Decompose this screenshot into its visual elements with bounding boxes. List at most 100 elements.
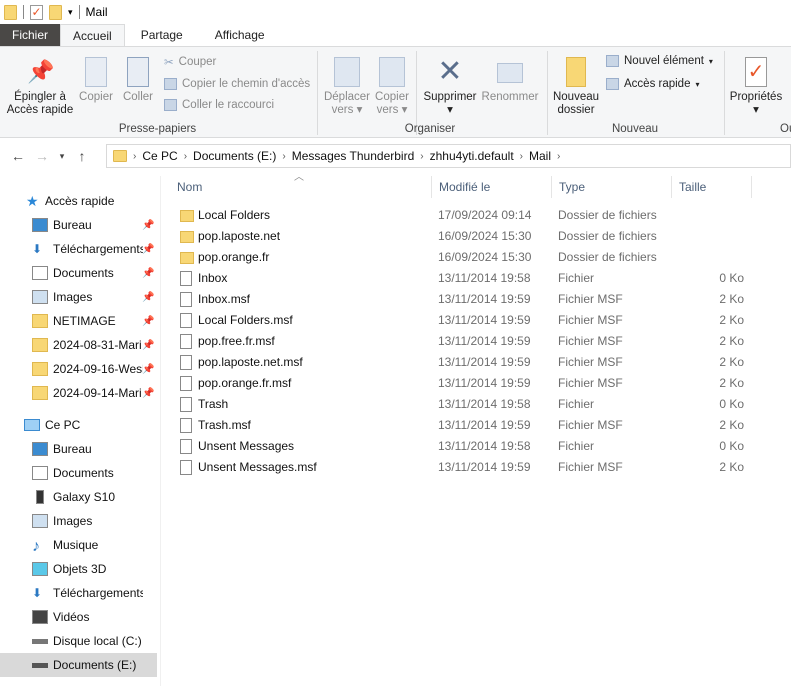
forward-icon[interactable]: → xyxy=(30,148,54,164)
file-type: Fichier MSF xyxy=(558,292,623,306)
file-row[interactable]: Inbox.msf 13/11/2014 19:59 Fichier MSF 2 Ko xyxy=(170,289,750,310)
file-row[interactable]: Local Folders 17/09/2024 09:14 Dossier de … xyxy=(170,205,750,226)
file-name: pop.laposte.net.msf xyxy=(198,355,303,369)
sidebar-item[interactable]: Documents xyxy=(0,461,157,485)
new-folder-icon xyxy=(566,57,586,87)
tab-affichage[interactable]: Affichage xyxy=(199,24,281,46)
sidebar-item[interactable]: Disque local (C:) xyxy=(0,629,157,653)
file-row[interactable]: Trash.msf 13/11/2014 19:59 Fichier MSF 2 Ko xyxy=(170,415,750,436)
file-row[interactable]: Unsent Messages.msf 13/11/2014 19:59 Fichi… xyxy=(170,457,750,478)
tab-partage[interactable]: Partage xyxy=(125,24,199,46)
pin-icon[interactable]: 📌 xyxy=(142,268,154,279)
file-name: pop.orange.fr xyxy=(198,250,270,264)
copy-to-button[interactable]: Copier vers ▾ xyxy=(372,57,412,117)
column-header-type[interactable]: Type xyxy=(552,176,672,198)
pin-icon[interactable]: 📌 xyxy=(142,292,154,303)
file-icon xyxy=(180,334,192,349)
file-name: Unsent Messages.msf xyxy=(198,460,317,474)
pin-icon[interactable]: 📌 xyxy=(142,220,154,231)
file-row[interactable]: Unsent Messages 13/11/2014 19:58 Fichier 0 … xyxy=(170,436,750,457)
sidebar-item[interactable]: NETIMAGE 📌 xyxy=(0,309,157,333)
chevron-right-icon[interactable]: › xyxy=(133,151,136,162)
file-row[interactable]: pop.laposte.net 16/09/2024 15:30 Dossier d… xyxy=(170,226,750,247)
breadcrumb-item[interactable]: Mail xyxy=(529,149,551,163)
file-row[interactable]: Trash 13/11/2014 19:58 Fichier 0 Ko xyxy=(170,394,750,415)
properties-quick-icon[interactable]: ✓ xyxy=(30,4,43,20)
file-row[interactable]: pop.free.fr.msf 13/11/2014 19:59 Fichier M… xyxy=(170,331,750,352)
up-icon[interactable]: ↑ xyxy=(70,148,94,164)
sidebar-item[interactable]: Objets 3D xyxy=(0,557,157,581)
copy-button[interactable]: Copier xyxy=(76,57,116,104)
new-folder-button[interactable]: Nouveau dossier xyxy=(550,57,602,117)
chevron-right-icon[interactable]: › xyxy=(520,151,523,162)
label: Copier le chemin d'accès xyxy=(182,78,311,90)
pin-icon: 📌 xyxy=(27,59,55,84)
file-row[interactable]: pop.orange.fr 16/09/2024 15:30 Dossier de … xyxy=(170,247,750,268)
rename-button[interactable]: Renommer xyxy=(480,57,540,104)
label: Coller le raccourci xyxy=(182,99,275,111)
cut-button[interactable]: ✂ Couper xyxy=(164,55,216,69)
column-header-name[interactable]: Nom ︿ xyxy=(170,172,432,198)
quick-access-button[interactable]: Accès rapide ▾ xyxy=(606,78,700,90)
tab-accueil[interactable]: Accueil xyxy=(60,24,125,46)
pin-icon[interactable]: 📌 xyxy=(142,388,154,399)
label: Copier xyxy=(79,91,113,103)
sidebar-item[interactable]: Galaxy S10 xyxy=(0,485,157,509)
sidebar-item[interactable]: Documents 📌 xyxy=(0,261,157,285)
pin-icon[interactable]: 📌 xyxy=(142,340,154,351)
breadcrumb-item[interactable]: Messages Thunderbird xyxy=(292,149,415,163)
customize-toolbar-icon[interactable]: ▾ xyxy=(68,7,73,18)
breadcrumb-item[interactable]: Ce PC xyxy=(142,149,177,163)
drive-icon xyxy=(32,662,48,668)
back-icon[interactable]: ← xyxy=(6,148,30,164)
sidebar-item[interactable]: 2024-08-31-Mari 📌 xyxy=(0,333,157,357)
pin-icon[interactable]: 📌 xyxy=(142,316,154,327)
file-name: Inbox.msf xyxy=(198,292,251,306)
file-row[interactable]: Local Folders.msf 13/11/2014 19:59 Fichier… xyxy=(170,310,750,331)
file-type: Fichier MSF xyxy=(558,460,623,474)
column-header-modified[interactable]: Modifié le xyxy=(432,176,552,198)
tab-fichier[interactable]: Fichier xyxy=(0,24,61,46)
pin-quick-access-button[interactable]: 📌 Épingler à Accès rapide xyxy=(6,57,74,117)
label: Galaxy S10 xyxy=(53,490,116,504)
copy-path-button[interactable]: Copier le chemin d'accès xyxy=(164,78,310,90)
file-row[interactable]: pop.orange.fr.msf 13/11/2014 19:59 Fichier… xyxy=(170,373,750,394)
label: Copier xyxy=(375,91,409,103)
paste-button[interactable]: Coller xyxy=(119,57,157,104)
sidebar-item[interactable]: 2024-09-14-Mari 📌 xyxy=(0,381,157,405)
file-name: Local Folders xyxy=(198,208,271,222)
new-item-button[interactable]: Nouvel élément ▾ xyxy=(606,55,713,67)
recent-dropdown-icon[interactable]: ▾ xyxy=(54,151,70,162)
new-folder-quick-icon[interactable] xyxy=(49,4,62,20)
file-size: 2 Ko xyxy=(719,313,744,327)
sidebar-item[interactable]: ⬇ Téléchargements 📌 xyxy=(0,237,157,261)
sidebar-item[interactable]: Documents (E:) xyxy=(0,653,157,677)
column-header-size[interactable]: Taille xyxy=(672,176,752,198)
sidebar-item[interactable]: Bureau 📌 xyxy=(0,213,157,237)
sidebar-item[interactable]: ♪ Musique xyxy=(0,533,157,557)
breadcrumb-item[interactable]: zhhu4yti.default xyxy=(430,149,514,163)
file-row[interactable]: Inbox 13/11/2014 19:58 Fichier 0 Ko xyxy=(170,268,750,289)
file-row[interactable]: pop.laposte.net.msf 13/11/2014 19:59 Fichi… xyxy=(170,352,750,373)
properties-button[interactable]: ✓ Propriétés ▾ xyxy=(728,57,784,117)
chevron-right-icon[interactable]: › xyxy=(184,151,187,162)
move-to-button[interactable]: Déplacer vers ▾ xyxy=(322,57,372,117)
sidebar-item-quick-access[interactable]: ★ Accès rapide xyxy=(0,189,157,213)
sidebar-item[interactable]: ⬇ Téléchargements xyxy=(0,581,157,605)
sidebar-item[interactable]: Images xyxy=(0,509,157,533)
sidebar-item[interactable]: Bureau xyxy=(0,437,157,461)
file-icon xyxy=(180,355,192,370)
sidebar-item[interactable]: Vidéos xyxy=(0,605,157,629)
chevron-right-icon[interactable]: › xyxy=(557,151,560,162)
paste-shortcut-button[interactable]: Coller le raccourci xyxy=(164,99,274,111)
chevron-right-icon[interactable]: › xyxy=(420,151,423,162)
delete-button[interactable]: ✕ Supprimer ▾ xyxy=(421,57,479,117)
sidebar-item[interactable]: Images 📌 xyxy=(0,285,157,309)
chevron-right-icon[interactable]: › xyxy=(282,151,285,162)
pin-icon[interactable]: 📌 xyxy=(142,364,154,375)
sidebar-item[interactable]: 2024-09-16-Wesl 📌 xyxy=(0,357,157,381)
address-bar[interactable]: › Ce PC › Documents (E:) › Messages Thun… xyxy=(106,144,791,168)
pin-icon[interactable]: 📌 xyxy=(142,244,154,255)
sidebar-item-this-pc[interactable]: Ce PC xyxy=(0,413,157,437)
breadcrumb-item[interactable]: Documents (E:) xyxy=(193,149,276,163)
